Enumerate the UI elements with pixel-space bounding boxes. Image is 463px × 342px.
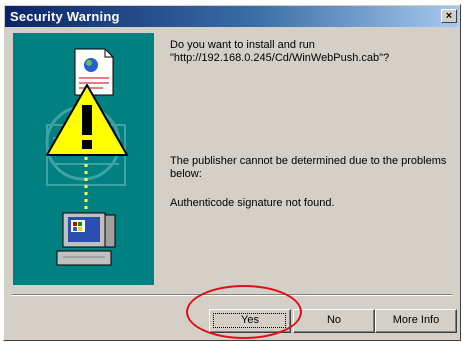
no-button[interactable]: No [293,309,375,333]
computer-icon [56,212,116,266]
dialog-title: Security Warning [10,9,120,24]
yes-button[interactable]: Yes [209,309,291,333]
security-illustration [13,33,154,285]
close-button[interactable]: × [441,9,457,23]
security-illustration-graphic [45,48,128,266]
title-bar: Security Warning × [5,6,459,27]
install-question: Do you want to install and run "http://1… [170,39,390,64]
authenticode-message: Authenticode signature not found. [170,197,335,209]
security-warning-dialog: Security Warning × Do you want to instal… [3,4,461,341]
separator [12,294,452,296]
document-icon [74,48,114,96]
warning-icon [46,84,128,156]
publisher-warning: The publisher cannot be determined due t… [170,155,447,180]
more-info-button[interactable]: More Info [375,309,457,333]
